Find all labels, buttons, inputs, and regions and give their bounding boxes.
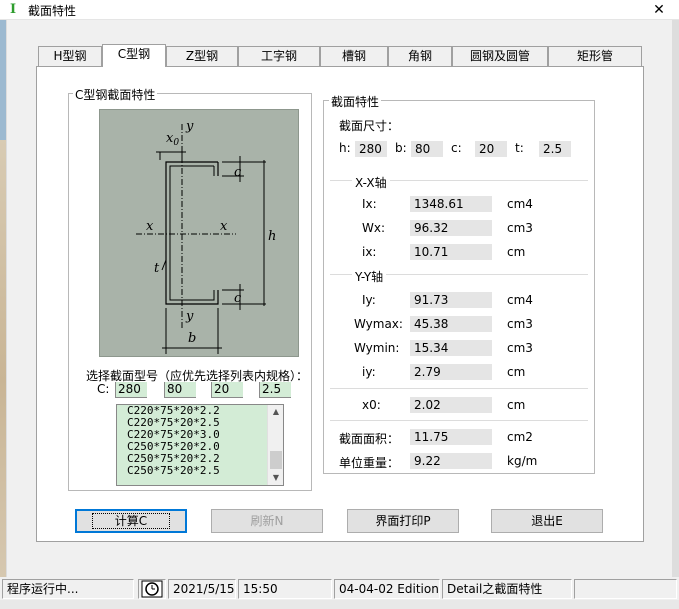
area-value: 11.75 <box>410 429 492 445</box>
dim-c-label: c: <box>451 141 462 155</box>
x0-value: 2.02 <box>410 397 492 413</box>
label-c-top: c <box>234 165 242 180</box>
ix-radius-unit: cm <box>507 245 526 259</box>
x0-label: x0: <box>362 398 381 412</box>
separator <box>330 388 588 389</box>
status-date: 2021/5/15 <box>168 579 236 599</box>
status-empty <box>574 579 677 599</box>
wymin-label: Wymin: <box>354 341 400 355</box>
dim-t-value: 2.5 <box>539 141 571 157</box>
label-x-right: x <box>220 219 228 234</box>
wymax-label: Wymax: <box>354 317 403 331</box>
c-c-input[interactable]: 20 <box>211 382 243 398</box>
ix-radius-label: ix: <box>362 245 377 259</box>
yy-axis-title: Y-Y轴 <box>352 268 387 285</box>
area-label: 截面面积： <box>339 432 400 446</box>
wx-label: Wx: <box>362 221 386 235</box>
separator <box>330 420 588 421</box>
ix-label: Ix: <box>362 197 377 211</box>
c-section-diagram: x0 y c x x h t c y b <box>99 109 299 357</box>
window-title: 截面特性 <box>28 4 77 18</box>
scroll-up-icon[interactable]: ▲ <box>268 405 284 419</box>
status-detail: Detail之截面特性 <box>442 579 572 599</box>
dim-c-value: 20 <box>475 141 507 157</box>
c-section-drawing: x0 y c x x h t c y b <box>136 119 276 354</box>
desktop-background-right <box>672 20 679 580</box>
label-c-bottom: c <box>234 291 242 306</box>
calculate-button-label: 计算C <box>91 513 171 529</box>
exit-button[interactable]: 退出E <box>491 509 603 533</box>
iy-unit: cm4 <box>507 293 533 307</box>
section-spec-list[interactable]: C220*75*20*2.2 C220*75*20*2.5 C220*75*20… <box>116 404 284 486</box>
ix-unit: cm4 <box>507 197 533 211</box>
weight-value: 9.22 <box>410 453 492 469</box>
status-state: 程序运行中... <box>2 579 134 599</box>
label-x-left: x <box>146 219 154 234</box>
wymin-value: 15.34 <box>410 340 492 356</box>
tab-i-beam[interactable]: 工字钢 <box>238 46 320 66</box>
label-b: b <box>188 331 196 346</box>
close-button[interactable]: ✕ <box>639 0 679 20</box>
desktop-background-bottom <box>0 600 679 609</box>
tab-rect-tube[interactable]: 矩形管 <box>548 46 642 66</box>
label-y-top: y <box>185 119 194 134</box>
c-h-input[interactable]: 280 <box>115 382 147 398</box>
status-bar: 程序运行中... 2021/5/15 15:50 04-04-02 Editio… <box>0 577 679 600</box>
iy-label: Iy: <box>362 293 376 307</box>
label-t: t <box>154 261 160 276</box>
weight-label: 单位重量： <box>339 456 400 470</box>
tab-c-steel[interactable]: C型钢 <box>102 44 166 67</box>
tab-angle[interactable]: 角钢 <box>388 46 452 66</box>
dim-h-value: 280 <box>355 141 387 157</box>
iy-radius-unit: cm <box>507 365 526 379</box>
status-edition: 04-04-02 Edition <box>334 579 440 599</box>
wymax-unit: cm3 <box>507 317 533 331</box>
refresh-button[interactable]: 刷新N <box>211 509 323 533</box>
tab-z-steel[interactable]: Z型钢 <box>166 46 238 66</box>
print-screen-button[interactable]: 界面打印P <box>347 509 459 533</box>
xx-axis-title: X-X轴 <box>352 174 390 191</box>
dim-b-value: 80 <box>411 141 443 157</box>
iy-radius-value: 2.79 <box>410 364 492 380</box>
iy-radius-label: iy: <box>362 365 376 379</box>
c-steel-group-title: C型钢截面特性 <box>73 86 158 103</box>
clock-icon <box>141 580 163 598</box>
dims-title: 截面尺寸： <box>339 119 400 133</box>
label-y-bottom: y <box>185 309 194 324</box>
x0-unit: cm <box>507 398 526 412</box>
list-item[interactable]: C250*75*20*2.5 <box>117 465 283 477</box>
dim-b-label: b: <box>395 141 407 155</box>
wx-unit: cm3 <box>507 221 533 235</box>
scroll-down-icon[interactable]: ▼ <box>268 471 284 485</box>
tab-channel[interactable]: 槽钢 <box>320 46 388 66</box>
wymin-unit: cm3 <box>507 341 533 355</box>
wx-value: 96.32 <box>410 220 492 236</box>
tab-h-steel[interactable]: H型钢 <box>38 46 102 66</box>
calculate-button[interactable]: 计算C <box>75 509 187 533</box>
ix-radius-value: 10.71 <box>410 244 492 260</box>
title-bar: I 截面特性 ✕ <box>0 0 679 20</box>
scroll-thumb[interactable] <box>270 451 282 469</box>
area-unit: cm2 <box>507 430 533 444</box>
status-time: 15:50 <box>238 579 332 599</box>
list-scrollbar[interactable]: ▲ ▼ <box>267 405 283 485</box>
weight-unit: kg/m <box>507 454 538 468</box>
app-icon: I <box>9 2 17 17</box>
c-b-input[interactable]: 80 <box>164 382 196 398</box>
wymax-value: 45.38 <box>410 316 492 332</box>
c-field-label: C: <box>97 382 110 396</box>
label-h: h <box>268 229 276 244</box>
c-t-input[interactable]: 2.5 <box>259 382 291 398</box>
status-clock <box>138 579 166 599</box>
iy-value: 91.73 <box>410 292 492 308</box>
dim-h-label: h: <box>339 141 351 155</box>
tab-round-tube[interactable]: 圆钢及圆管 <box>452 46 548 66</box>
section-properties-title: 截面特性 <box>329 93 382 110</box>
ix-value: 1348.61 <box>410 196 492 212</box>
label-x0: x0 <box>166 131 179 148</box>
dim-t-label: t: <box>515 141 524 155</box>
